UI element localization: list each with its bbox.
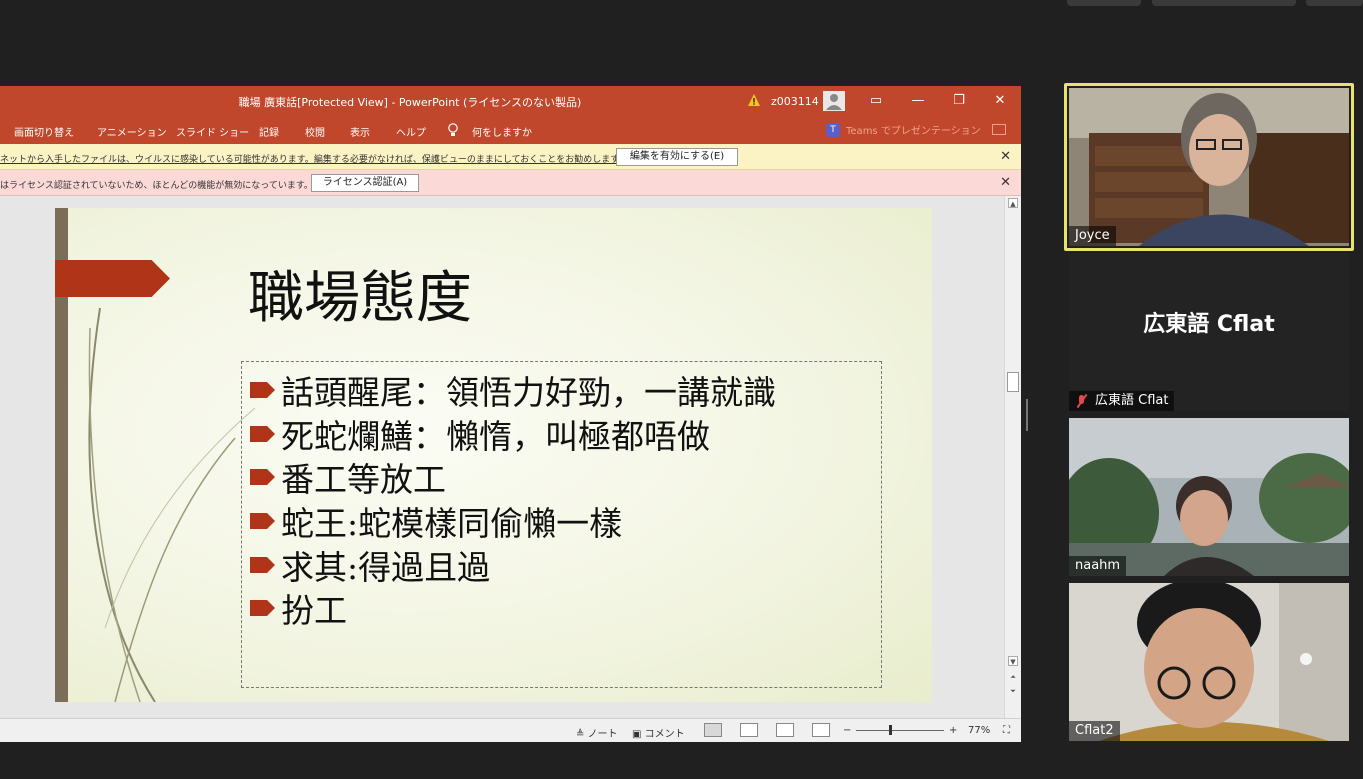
close-icon[interactable]: ✕ <box>992 93 1008 109</box>
panel-splitter[interactable] <box>1026 399 1028 431</box>
slide-canvas: 職場態度 話頭醒尾：領悟力好勁，一講就識 死蛇爛鱔：懶惰，叫極都唔做 番工等放工… <box>0 196 1004 718</box>
bullet-arrow-icon <box>250 513 275 529</box>
tab-record[interactable]: 記録 <box>259 124 279 139</box>
fit-to-window-icon[interactable]: ⛶ <box>1003 725 1010 736</box>
tab-transitions[interactable]: 画面切り替え <box>14 124 74 139</box>
bullet-item: 話頭醒尾：領悟力好勁，一講就識 <box>250 370 776 412</box>
window-title: 職場 廣東話[Protected View] - PowerPoint (ライセ… <box>238 96 582 109</box>
participant-tile-joyce[interactable]: Joyce <box>1069 88 1349 246</box>
tab-view[interactable]: 表示 <box>350 124 370 139</box>
normal-view-icon[interactable] <box>704 723 722 737</box>
protected-view-bar: ネットから入手したファイルは、ウイルスに感染している可能性があります。編集する必… <box>0 144 1021 170</box>
participant-name: 広東語 Cflat <box>1069 391 1175 411</box>
vertical-scrollbar[interactable]: ▲ ▼ ⏶ ⏷ <box>1004 196 1021 718</box>
meeting-window: 職場 廣東話[Protected View] - PowerPoint (ライセ… <box>0 0 1363 779</box>
top-tab[interactable] <box>1152 0 1296 6</box>
top-tab[interactable] <box>1306 0 1363 6</box>
teams-icon: T <box>826 122 840 137</box>
tab-review[interactable]: 校閲 <box>305 124 325 139</box>
zoom-in-button[interactable]: + <box>949 725 957 736</box>
scroll-up-icon[interactable]: ▲ <box>1008 198 1018 208</box>
participant-name-text: Cflat2 <box>1075 723 1114 738</box>
participant-display-name: 広東語 Cflat <box>1143 312 1275 337</box>
lightbulb-icon <box>448 123 458 136</box>
comments-label: コメント <box>644 729 685 740</box>
slide-body-textbox[interactable]: 話頭醒尾：領悟力好勁，一講就識 死蛇爛鱔：懶惰，叫極都唔做 番工等放工 蛇王:蛇… <box>241 361 882 688</box>
zoom-slider[interactable] <box>856 730 944 731</box>
bullet-item: 扮工 <box>250 588 347 630</box>
top-tab[interactable] <box>1067 0 1141 6</box>
participant-name-text: 広東語 Cflat <box>1095 393 1169 408</box>
tab-animations[interactable]: アニメーション <box>97 124 167 139</box>
bullet-item: 求其:得過且過 <box>250 545 490 587</box>
bullet-item: 死蛇爛鱔：懶惰，叫極都唔做 <box>250 414 710 456</box>
tell-me-search[interactable]: 何をしますか <box>472 124 532 139</box>
notes-button[interactable]: ≜ ノート <box>576 725 618 740</box>
reading-view-icon[interactable] <box>776 723 794 737</box>
ribbon-display-icon[interactable]: ▭ <box>868 93 884 109</box>
participant-video <box>1069 583 1349 741</box>
bullet-item: 蛇王:蛇模樣同偷懶一樣 <box>250 501 622 543</box>
bullet-arrow-icon <box>250 469 275 485</box>
teams-present-button[interactable]: T Teams でプレゼンテーション <box>826 122 981 137</box>
ribbon-tabs: 画面切り替え アニメーション スライド ショー 記録 校閲 表示 ヘルプ 何をし… <box>0 116 1021 144</box>
bullet-arrow-icon <box>250 600 275 616</box>
participant-name: Cflat2 <box>1069 721 1120 741</box>
user-name[interactable]: z003114 <box>771 95 819 108</box>
license-message: はライセンス認証されていないため、ほとんどの機能が無効になっています。 <box>0 181 313 191</box>
activate-license-button[interactable]: ライセンス認証(A) <box>311 174 419 192</box>
bullet-text: 求其:得過且過 <box>281 548 491 587</box>
participant-tile-cflat2[interactable]: Cflat2 <box>1069 583 1349 741</box>
teams-present-label: Teams でプレゼンテーション <box>846 126 981 137</box>
participant-name-text: Joyce <box>1075 228 1110 243</box>
participant-tile-naahm[interactable]: naahm <box>1069 418 1349 576</box>
bullet-text: 蛇王:蛇模樣同偷懶一樣 <box>281 504 623 543</box>
bullet-arrow-icon <box>250 426 275 442</box>
title-arrow-shape <box>55 260 170 297</box>
bullet-arrow-icon <box>250 557 275 573</box>
comment-icon[interactable] <box>992 124 1006 135</box>
participant-name: Joyce <box>1069 226 1116 246</box>
bullet-text: 話頭醒尾：領悟力好勁，一講就識 <box>281 373 776 412</box>
comments-button[interactable]: ▣ コメント <box>632 725 685 740</box>
protected-view-message[interactable]: ネットから入手したファイルは、ウイルスに感染している可能性があります。編集する必… <box>0 152 627 165</box>
participant-video <box>1069 88 1349 246</box>
enable-editing-button[interactable]: 編集を有効にする(E) <box>616 148 738 166</box>
notes-label: ノート <box>587 729 618 740</box>
title-bar: 職場 廣東話[Protected View] - PowerPoint (ライセ… <box>0 86 1021 116</box>
close-icon[interactable]: ✕ <box>1000 149 1011 164</box>
minimize-icon[interactable]: — <box>910 93 926 109</box>
slideshow-view-icon[interactable] <box>812 723 830 737</box>
next-slide-icon[interactable]: ⏷ <box>1008 686 1018 696</box>
bullet-arrow-icon <box>250 382 275 398</box>
restore-icon[interactable]: ❐ <box>951 93 967 109</box>
powerpoint-window: 職場 廣東話[Protected View] - PowerPoint (ライセ… <box>0 86 1021 742</box>
participant-name: naahm <box>1069 556 1127 576</box>
participant-video <box>1069 418 1349 576</box>
bullet-text: 扮工 <box>281 591 347 630</box>
slide-title[interactable]: 職場態度 <box>248 253 472 334</box>
slide[interactable]: 職場態度 話頭醒尾：領悟力好勁，一講就識 死蛇爛鱔：懶惰，叫極都唔做 番工等放工… <box>55 208 932 702</box>
tab-help[interactable]: ヘルプ <box>396 124 426 139</box>
zoom-slider-knob[interactable] <box>889 725 892 735</box>
bullet-text: 死蛇爛鱔：懶惰，叫極都唔做 <box>281 417 710 456</box>
status-bar: ≜ ノート ▣ コメント − + 77% ⛶ <box>0 718 1021 742</box>
user-avatar-icon[interactable] <box>823 91 845 111</box>
warning-icon <box>748 94 760 106</box>
mic-muted-icon <box>1075 394 1089 408</box>
zoom-level[interactable]: 77% <box>968 725 990 736</box>
scroll-thumb[interactable] <box>1007 372 1019 392</box>
participant-tile-cflat[interactable]: 広東語 Cflat 広東語 Cflat <box>1069 253 1349 411</box>
tab-slideshow[interactable]: スライド ショー <box>176 124 249 139</box>
previous-slide-icon[interactable]: ⏶ <box>1008 672 1018 682</box>
scroll-down-icon[interactable]: ▼ <box>1008 656 1018 666</box>
zoom-out-button[interactable]: − <box>843 725 851 736</box>
bullet-text: 番工等放工 <box>281 460 446 499</box>
bullet-item: 番工等放工 <box>250 457 446 499</box>
close-icon[interactable]: ✕ <box>1000 175 1011 190</box>
license-bar: はライセンス認証されていないため、ほとんどの機能が無効になっています。 ライセン… <box>0 170 1021 196</box>
participant-name-text: naahm <box>1075 558 1121 573</box>
slide-sorter-icon[interactable] <box>740 723 758 737</box>
